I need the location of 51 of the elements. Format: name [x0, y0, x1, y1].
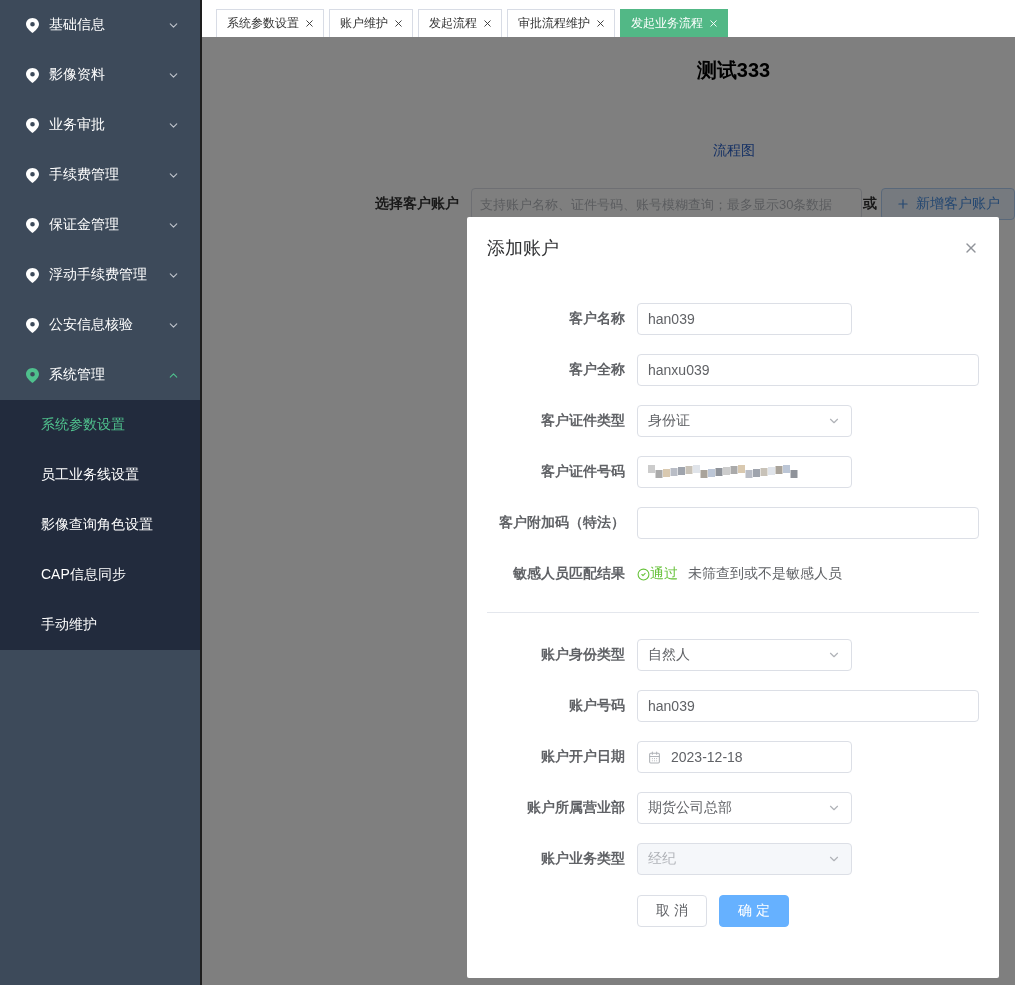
or-text: 或: [863, 195, 877, 213]
text-input[interactable]: han039: [637, 303, 852, 335]
menu-item[interactable]: 业务审批: [0, 100, 200, 150]
dialog-title: 添加账户: [487, 237, 559, 260]
select-field[interactable]: 身份证: [637, 405, 852, 437]
date-field[interactable]: 2023-12-18: [637, 741, 852, 773]
menu-item[interactable]: 系统管理: [0, 350, 200, 400]
select-field[interactable]: 期货公司总部: [637, 792, 852, 824]
tab[interactable]: 审批流程维护: [507, 9, 615, 37]
close-icon[interactable]: [482, 18, 493, 29]
plus-icon: [896, 197, 910, 211]
text-input[interactable]: [637, 507, 979, 539]
cancel-button[interactable]: 取 消: [637, 895, 707, 927]
menu-item[interactable]: 手续费管理: [0, 150, 200, 200]
menu-item[interactable]: 公安信息核验: [0, 300, 200, 350]
field-label: 账户号码: [568, 697, 626, 715]
result-note: 未筛查到或不是敏感人员: [688, 565, 842, 583]
field-label: 客户附加码（特法）: [498, 514, 626, 532]
menu-item[interactable]: 基础信息: [0, 0, 200, 50]
submenu-item[interactable]: 系统参数设置: [0, 400, 200, 450]
menu-item[interactable]: 影像资料: [0, 50, 200, 100]
pass-status: 通过: [650, 565, 678, 583]
calendar-icon: [648, 750, 661, 764]
field-label: 账户开户日期: [540, 748, 626, 766]
close-icon[interactable]: [393, 18, 404, 29]
field-label: 账户业务类型: [540, 850, 626, 868]
submenu-item[interactable]: CAP信息同步: [0, 550, 200, 600]
field-label: 账户所属营业部: [526, 799, 626, 817]
field-label: 客户证件号码: [540, 463, 626, 481]
submenu-item[interactable]: 员工业务线设置: [0, 450, 200, 500]
field-label: 客户证件类型: [540, 412, 626, 430]
tab[interactable]: 系统参数设置: [216, 9, 324, 37]
field-label: 选择客户账户: [375, 195, 459, 213]
submenu-item[interactable]: 手动维护: [0, 600, 200, 650]
select-field[interactable]: 自然人: [637, 639, 852, 671]
close-icon[interactable]: [595, 18, 606, 29]
id-number-field[interactable]: [637, 456, 852, 488]
field-label: 客户全称: [568, 361, 626, 379]
text-input[interactable]: han039: [637, 690, 979, 722]
text-input[interactable]: hanxu039: [637, 354, 979, 386]
tab[interactable]: 发起流程: [418, 9, 502, 37]
field-label: 客户名称: [568, 310, 626, 328]
check-circle-icon: [637, 567, 650, 581]
field-label: 敏感人员匹配结果: [512, 565, 626, 583]
close-icon[interactable]: [304, 18, 315, 29]
field-label: 账户身份类型: [540, 646, 626, 664]
menu-item[interactable]: 浮动手续费管理: [0, 250, 200, 300]
page-title: 测试333: [696, 58, 771, 83]
tab[interactable]: 账户维护: [329, 9, 413, 37]
submenu-item[interactable]: 影像查询角色设置: [0, 500, 200, 550]
menu-item[interactable]: 保证金管理: [0, 200, 200, 250]
